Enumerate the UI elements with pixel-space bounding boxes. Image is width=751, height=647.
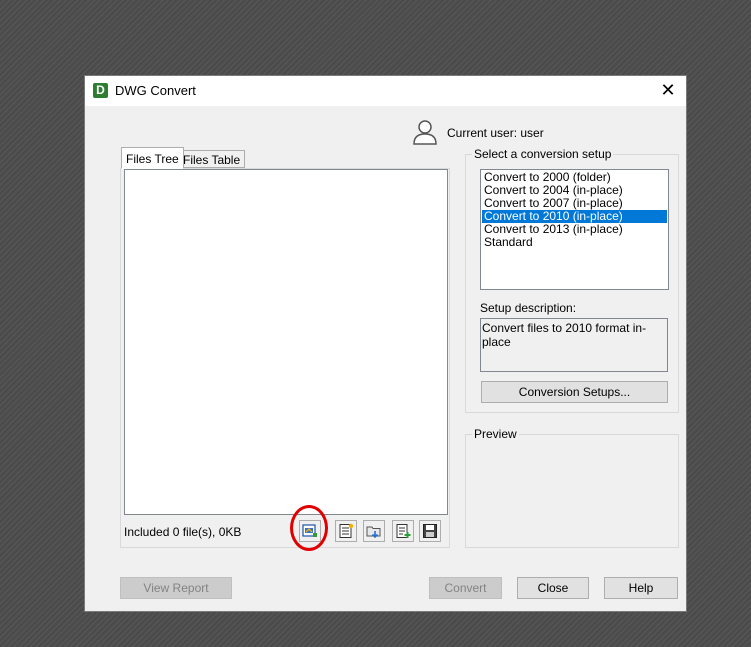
preview-group [465,434,679,548]
convert-button[interactable]: Convert [429,577,502,599]
open-folder-icon [366,526,381,539]
setup-description-label: Setup description: [480,301,577,315]
new-list-button[interactable] [335,520,357,542]
title-bar[interactable]: D DWG Convert ✕ [85,76,686,106]
setup-description-box: Convert files to 2010 format in-place [480,318,668,372]
files-summary: Included 0 file(s), 0KB [124,525,242,539]
tab-files-table[interactable]: Files Table [178,150,246,168]
open-folder-button[interactable] [363,520,385,542]
add-list-button[interactable] [392,520,414,542]
save-icon [423,524,437,538]
close-icon[interactable]: ✕ [658,80,678,100]
user-icon [413,120,437,145]
preview-title: Preview [472,427,519,441]
new-list-icon [339,523,354,538]
tab-files-tree[interactable]: Files Tree [121,147,184,169]
close-button[interactable]: Close [517,577,589,599]
conversion-setups-button[interactable]: Conversion Setups... [481,381,668,403]
add-files-icon [302,524,317,537]
files-tree-view[interactable] [124,169,448,515]
setup-item-standard[interactable]: Standard [482,236,667,249]
add-list-icon [396,524,411,538]
add-files-button[interactable] [299,520,321,542]
dwg-app-icon: D [93,83,108,98]
help-button[interactable]: Help [604,577,678,599]
window-title: DWG Convert [115,83,196,98]
view-report-button[interactable]: View Report [120,577,232,599]
current-user-label: Current user: user [447,126,544,140]
conversion-setup-title: Select a conversion setup [472,147,614,161]
save-button[interactable] [419,520,441,542]
dwg-convert-dialog: D DWG Convert ✕ Current user: user Files… [84,75,687,612]
conversion-setup-list[interactable]: Convert to 2000 (folder) Convert to 2004… [480,169,669,290]
